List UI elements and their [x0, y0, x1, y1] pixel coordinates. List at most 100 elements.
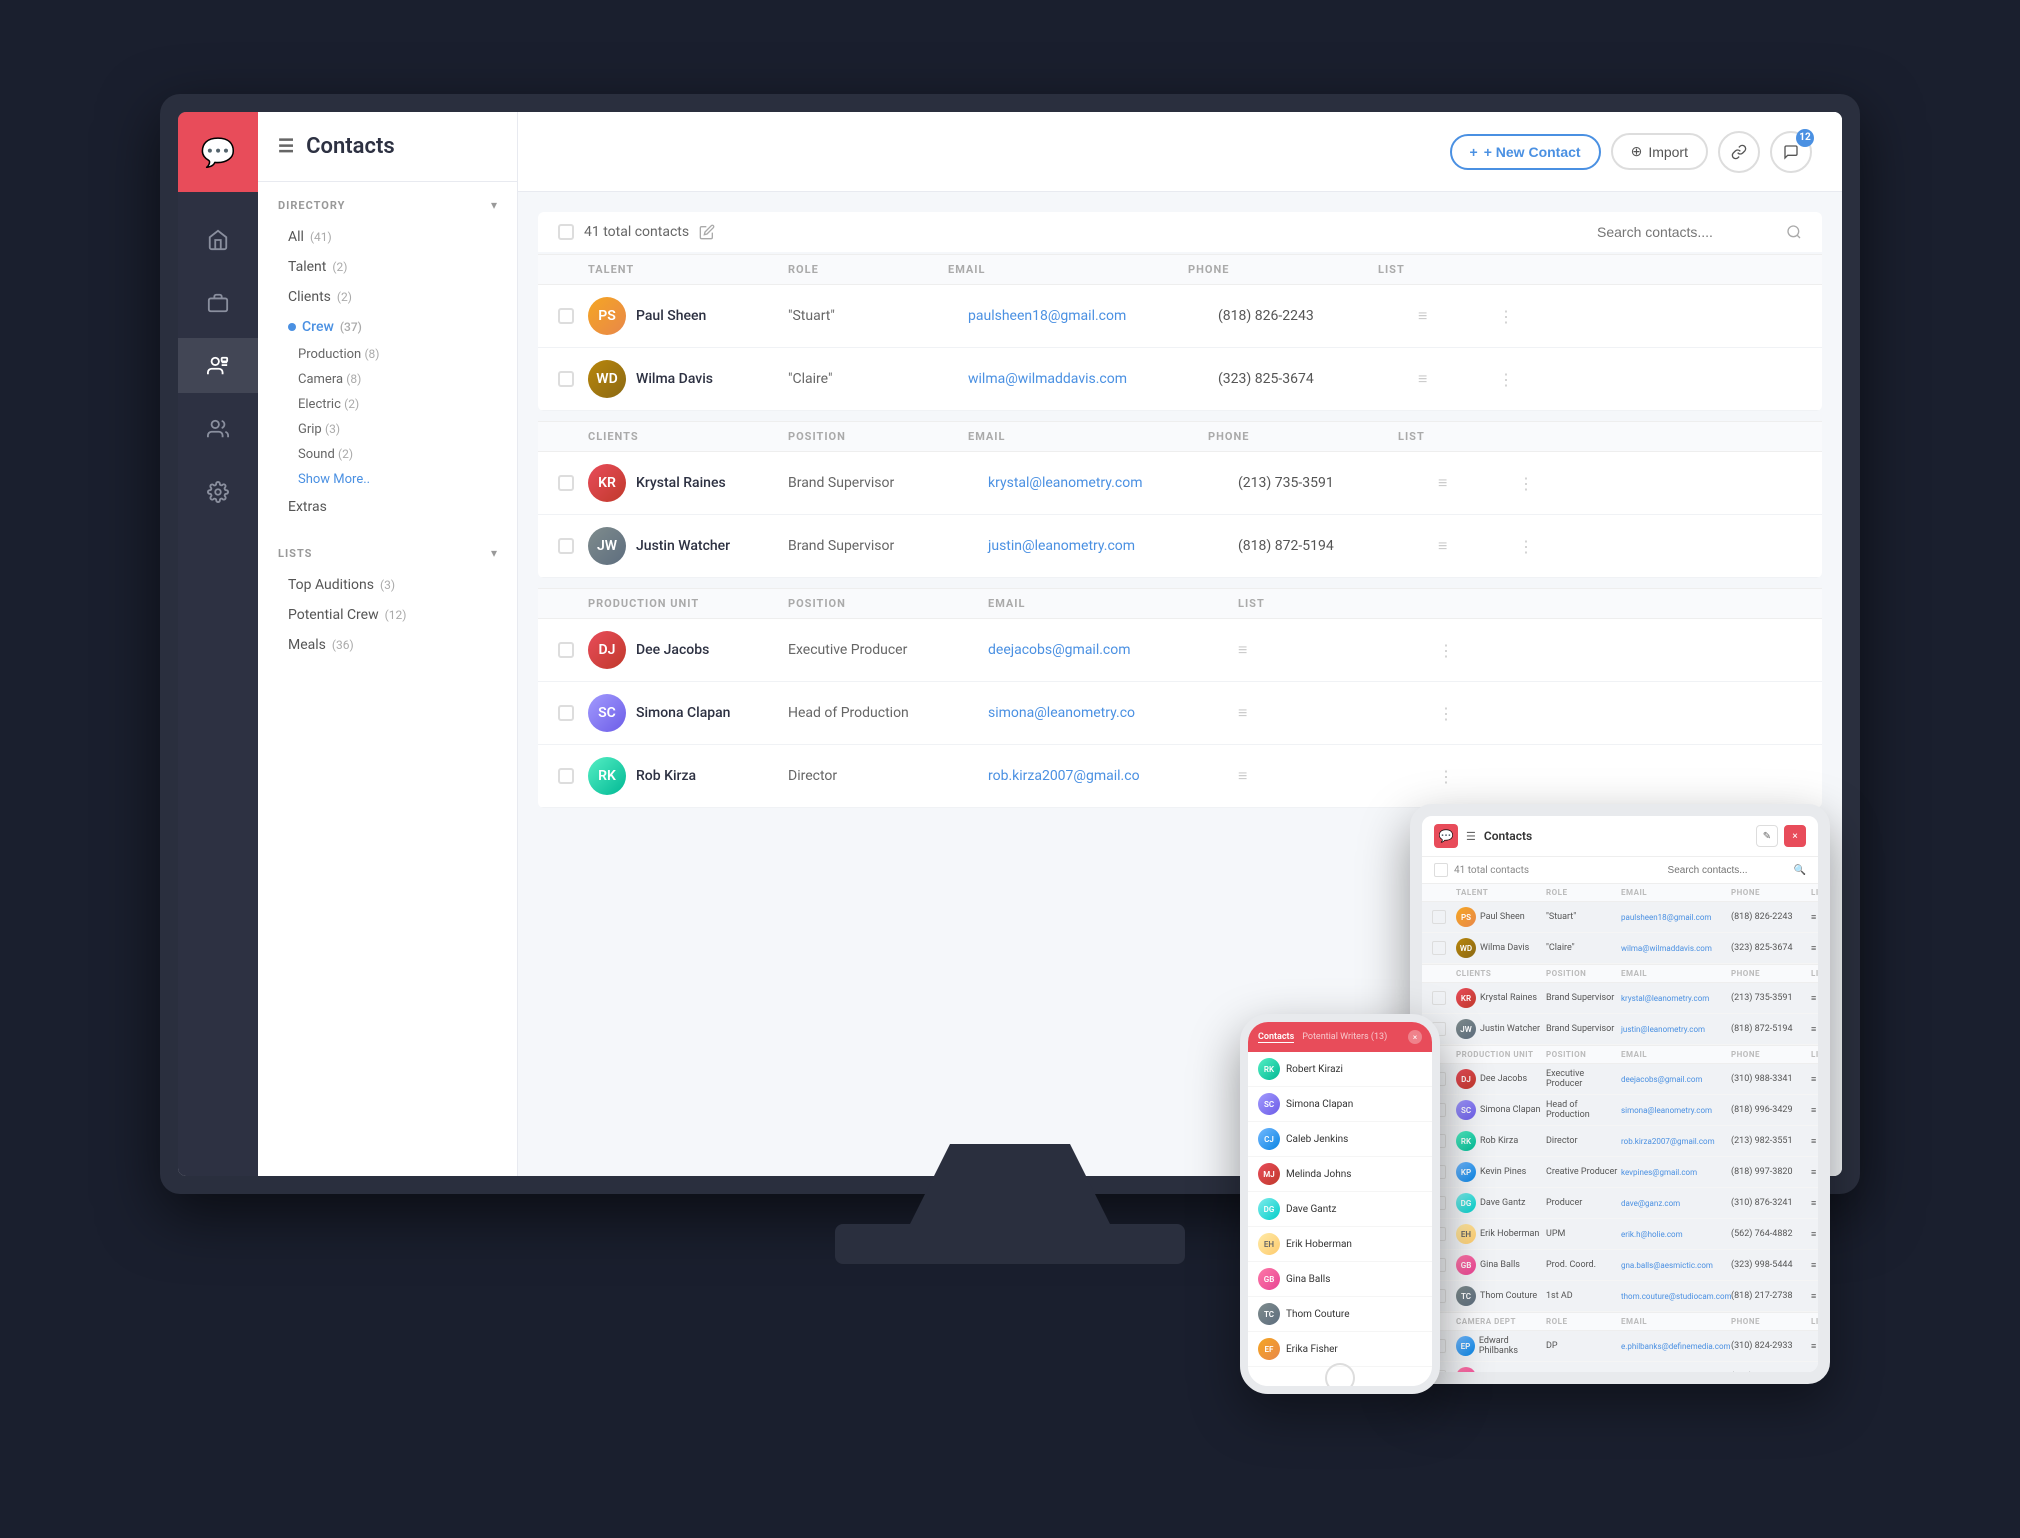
list-icon[interactable]: ≡ — [1811, 1074, 1818, 1085]
list-icon[interactable]: ≡ — [1811, 1167, 1818, 1178]
list-item[interactable]: MJ Melinda Johns — [1248, 1157, 1432, 1192]
list-item[interactable]: GB Gina Balls — [1248, 1262, 1432, 1297]
row-checkbox[interactable] — [1432, 910, 1446, 924]
more-icon[interactable]: ⋮ — [1518, 474, 1558, 493]
list-item[interactable]: DG Dave Gantz — [1248, 1192, 1432, 1227]
list-item[interactable]: RK Robert Kirazi — [1248, 1052, 1432, 1087]
list-icon[interactable]: ≡ — [1811, 912, 1818, 923]
row-checkbox[interactable] — [1432, 991, 1446, 1005]
list-icon[interactable]: ≡ — [1811, 943, 1818, 954]
table-row[interactable]: KP Kevin Pines Creative Producer kevpine… — [1422, 1157, 1818, 1188]
more-icon[interactable]: ⋮ — [1438, 767, 1518, 786]
list-item[interactable]: TC Thom Couture — [1248, 1297, 1432, 1332]
list-icon[interactable]: ≡ — [1811, 1260, 1818, 1271]
nav-briefcase[interactable] — [178, 275, 258, 330]
phone-tab-writers[interactable]: Potential Writers (13) — [1302, 1032, 1387, 1043]
list-icon[interactable]: ≡ — [1811, 1136, 1818, 1147]
row-checkbox[interactable] — [558, 371, 574, 387]
more-icon[interactable]: ⋮ — [1438, 641, 1518, 660]
list-icon[interactable]: ≡ — [1811, 993, 1818, 1004]
sidebar-crew[interactable]: Crew (37) — [278, 312, 497, 342]
sidebar-potential-crew[interactable]: Potential Crew (12) — [278, 600, 497, 630]
table-row[interactable]: KR Krystal Raines Brand Supervisor kryst… — [1422, 983, 1818, 1014]
row-checkbox[interactable] — [558, 475, 574, 491]
hamburger-icon[interactable]: ☰ — [278, 136, 294, 157]
list-icon[interactable]: ≡ — [1811, 1198, 1818, 1209]
list-icon[interactable]: ≡ — [1438, 473, 1518, 493]
phone-tab-contacts[interactable]: Contacts — [1258, 1032, 1294, 1043]
new-contact-button[interactable]: + + New Contact — [1450, 134, 1601, 170]
notifications-button[interactable]: 12 — [1770, 131, 1812, 173]
tablet-select-all[interactable] — [1434, 863, 1448, 877]
table-row[interactable]: EP Edward Philbanks DP e.philbanks@defin… — [1422, 1331, 1818, 1362]
table-row[interactable]: RK Rob Kirza Director rob.kirza2007@gmai… — [1422, 1126, 1818, 1157]
table-row[interactable]: EH Erik Hoberman UPM erik.h@holie.com (5… — [1422, 1219, 1818, 1250]
list-icon[interactable]: ≡ — [1811, 1229, 1818, 1240]
list-item[interactable]: EH Erik Hoberman — [1248, 1227, 1432, 1262]
tablet-close-btn[interactable]: × — [1784, 825, 1806, 847]
row-checkbox[interactable] — [558, 705, 574, 721]
table-row[interactable]: GB Gina Balls Prod. Coord. gna.balls@aes… — [1422, 1250, 1818, 1281]
list-icon[interactable]: ≡ — [1418, 306, 1498, 326]
list-item[interactable]: SC Simona Clapan — [1248, 1087, 1432, 1122]
nav-settings[interactable] — [178, 464, 258, 519]
more-icon[interactable]: ⋮ — [1498, 307, 1538, 326]
table-row[interactable]: PS Paul Sheen "Stuart" paulsheen18@gmail… — [1422, 902, 1818, 933]
directory-header[interactable]: DIRECTORY ▾ — [278, 198, 497, 212]
table-row[interactable]: KR Krystal Raines Brand Supervisor kryst… — [538, 452, 1822, 515]
tablet-menu-icon[interactable]: ☰ — [1466, 830, 1476, 843]
list-icon[interactable]: ≡ — [1811, 1291, 1818, 1302]
tablet-search-input[interactable] — [1668, 865, 1788, 876]
nav-home[interactable] — [178, 212, 258, 267]
row-checkbox[interactable] — [558, 308, 574, 324]
more-icon[interactable]: ⋮ — [1518, 537, 1558, 556]
import-button[interactable]: ⊕ Import — [1611, 133, 1708, 170]
list-item[interactable]: CJ Caleb Jenkins — [1248, 1122, 1432, 1157]
row-checkbox[interactable] — [1432, 941, 1446, 955]
sidebar-top-auditions[interactable]: Top Auditions (3) — [278, 570, 497, 600]
tablet-edit-btn[interactable]: ✎ — [1756, 825, 1778, 847]
list-icon[interactable]: ≡ — [1811, 1105, 1818, 1116]
nav-contacts[interactable] — [178, 338, 258, 393]
table-row[interactable]: WD Wilma Davis "Claire" wilma@wilmaddavi… — [538, 348, 1822, 411]
row-checkbox[interactable] — [558, 768, 574, 784]
search-input[interactable] — [1597, 224, 1778, 240]
table-row[interactable]: PS Paul Sheen "Stuart" paulsheen18@gmail… — [538, 285, 1822, 348]
list-icon[interactable]: ≡ — [1438, 536, 1518, 556]
sidebar-meals[interactable]: Meals (36) — [278, 630, 497, 660]
sidebar-all[interactable]: All (41) — [278, 222, 497, 252]
logo-area[interactable]: 💬 — [178, 112, 258, 192]
table-row[interactable]: JW Justin Watcher Brand Supervisor justi… — [538, 515, 1822, 578]
table-row[interactable]: WD Wilma Davis "Claire" wilma@wilmaddavi… — [1422, 933, 1818, 964]
sidebar-production[interactable]: Production (8) — [278, 342, 497, 367]
sidebar-talent[interactable]: Talent (2) — [278, 252, 497, 282]
table-row[interactable]: SC Simona Clapan Head of Production simo… — [538, 682, 1822, 745]
more-icon[interactable]: ⋮ — [1498, 370, 1538, 389]
sidebar-clients[interactable]: Clients (2) — [278, 282, 497, 312]
sidebar-show-more[interactable]: Show More.. — [278, 467, 497, 492]
phone-close-btn[interactable]: × — [1408, 1030, 1422, 1044]
sidebar-camera[interactable]: Camera (8) — [278, 367, 497, 392]
list-icon[interactable]: ≡ — [1238, 703, 1438, 723]
list-icon[interactable]: ≡ — [1811, 1372, 1818, 1373]
sidebar-electric[interactable]: Electric (2) — [278, 392, 497, 417]
list-icon[interactable]: ≡ — [1238, 766, 1438, 786]
list-icon[interactable]: ≡ — [1811, 1024, 1818, 1035]
list-icon[interactable]: ≡ — [1238, 640, 1438, 660]
table-row[interactable]: RK Rob Kirza Director rob.kirza2007@gmai… — [538, 745, 1822, 808]
row-checkbox[interactable] — [558, 642, 574, 658]
lists-header[interactable]: LISTS ▾ — [278, 546, 497, 560]
table-row[interactable]: DG Dave Gantz Producer dave@ganz.com (31… — [1422, 1188, 1818, 1219]
link-button[interactable] — [1718, 131, 1760, 173]
table-row[interactable]: DJ Dee Jacobs Executive Producer deejaco… — [538, 619, 1822, 682]
row-checkbox[interactable] — [558, 538, 574, 554]
more-icon[interactable]: ⋮ — [1438, 704, 1518, 723]
select-all-checkbox[interactable] — [558, 224, 574, 240]
list-icon[interactable]: ≡ — [1418, 369, 1498, 389]
list-icon[interactable]: ≡ — [1811, 1341, 1818, 1352]
table-row[interactable]: JW Justin Watcher Brand Supervisor justi… — [1422, 1014, 1818, 1045]
table-row[interactable]: TC Thom Couture 1st AD thom.couture@stud… — [1422, 1281, 1818, 1312]
list-item[interactable]: EF Erika Fisher — [1248, 1332, 1432, 1367]
table-row[interactable]: EF Erika Fisher B Cam Operator erika.fis… — [1422, 1362, 1818, 1372]
sidebar-grip[interactable]: Grip (3) — [278, 417, 497, 442]
